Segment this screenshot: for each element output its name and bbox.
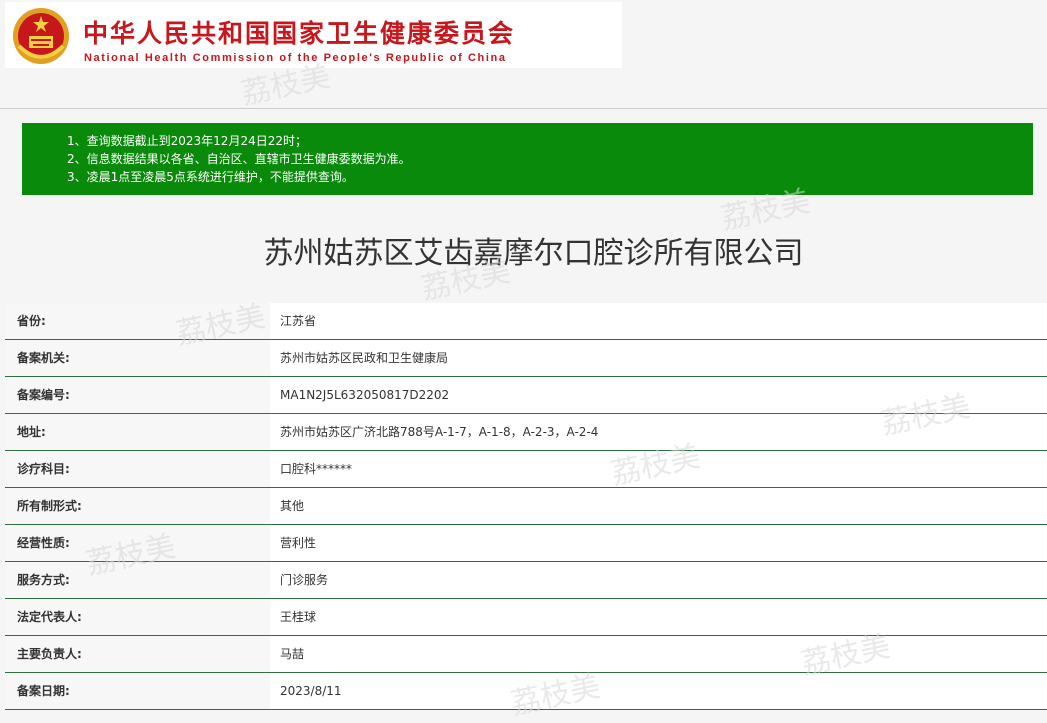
table-row: 备案日期: 2023/8/11 <box>5 673 1047 710</box>
table-row: 省份: 江苏省 <box>5 303 1047 340</box>
site-title-en: National Health Commission of the People… <box>84 52 507 64</box>
table-row: 备案编号: MA1N2J5L632050817D2202 <box>5 377 1047 414</box>
national-emblem-icon <box>13 8 69 64</box>
table-row: 主要负责人: 马喆 <box>5 636 1047 673</box>
field-label: 经营性质: <box>5 525 270 561</box>
field-value: 王桂球 <box>280 610 317 624</box>
field-label: 备案机关: <box>5 340 270 376</box>
table-row: 诊疗科目: 口腔科****** <box>5 451 1047 488</box>
field-value: MA1N2J5L632050817D2202 <box>280 388 450 402</box>
table-row: 地址: 苏州市姑苏区广济北路788号A-1-7，A-1-8，A-2-3，A-2-… <box>5 414 1047 451</box>
notice-line: 1、查询数据截止到2023年12月24日22时； <box>67 134 307 148</box>
field-label: 省份: <box>5 303 270 339</box>
field-value: 2023/8/11 <box>280 684 342 698</box>
field-value: 营利性 <box>280 536 317 550</box>
header-banner: 中华人民共和国国家卫生健康委员会 National Health Commiss… <box>5 2 622 68</box>
company-name: 苏州姑苏区艾齿嘉摩尔口腔诊所有限公司 <box>263 236 804 271</box>
notice-box: 1、查询数据截止到2023年12月24日22时； 2、信息数据结果以各省、自治区… <box>22 123 1033 195</box>
field-label: 备案日期: <box>5 673 270 709</box>
notice-line: 3、凌晨1点至凌晨5点系统进行维护，不能提供查询。 <box>67 170 354 184</box>
field-label: 所有制形式: <box>5 488 270 524</box>
field-label: 诊疗科目: <box>5 451 270 487</box>
table-row: 服务方式: 门诊服务 <box>5 562 1047 599</box>
table-row: 所有制形式: 其他 <box>5 488 1047 525</box>
field-label: 备案编号: <box>5 377 270 413</box>
details-table: 省份: 江苏省 备案机关: 苏州市姑苏区民政和卫生健康局 备案编号: MA1N2… <box>5 303 1047 710</box>
field-value: 苏州市姑苏区民政和卫生健康局 <box>280 351 449 365</box>
field-value: 口腔科****** <box>280 462 353 476</box>
field-label: 主要负责人: <box>5 636 270 672</box>
field-value: 门诊服务 <box>280 573 329 587</box>
field-value: 马喆 <box>280 647 305 661</box>
site-header: 中华人民共和国国家卫生健康委员会 National Health Commiss… <box>0 0 1047 109</box>
table-row: 备案机关: 苏州市姑苏区民政和卫生健康局 <box>5 340 1047 377</box>
field-value: 苏州市姑苏区广济北路788号A-1-7，A-1-8，A-2-3，A-2-4 <box>280 425 599 439</box>
table-row: 经营性质: 营利性 <box>5 525 1047 562</box>
field-label: 法定代表人: <box>5 599 270 635</box>
field-label: 地址: <box>5 414 270 450</box>
table-row: 法定代表人: 王桂球 <box>5 599 1047 636</box>
notice-line: 2、信息数据结果以各省、自治区、直辖市卫生健康委数据为准。 <box>67 152 411 166</box>
field-value: 其他 <box>280 499 305 513</box>
field-label: 服务方式: <box>5 562 270 598</box>
site-title-cn: 中华人民共和国国家卫生健康委员会 <box>83 19 516 48</box>
field-value: 江苏省 <box>280 314 317 328</box>
